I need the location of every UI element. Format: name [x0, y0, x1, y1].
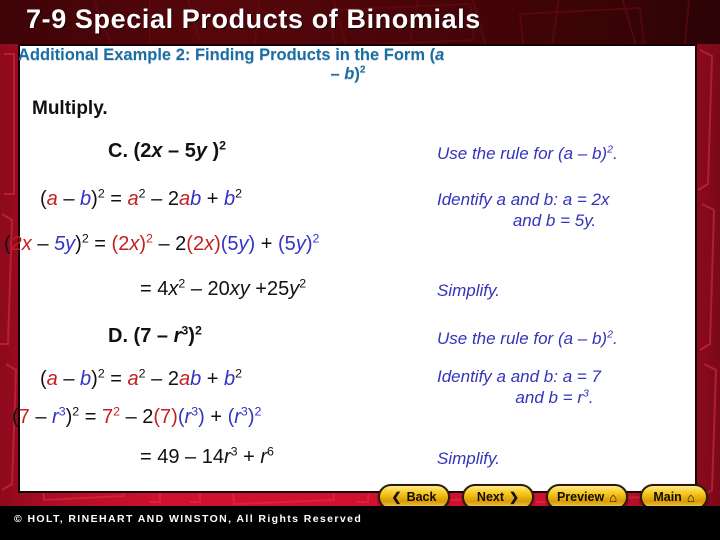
chevron-right-icon: ❯: [509, 490, 520, 504]
next-button-label: Next: [476, 490, 505, 504]
problem-c-result: = 4x2 – 20xy +25y2: [140, 276, 307, 300]
problem-c-note-rule: Use the rule for (a – b)2.: [437, 143, 618, 163]
problem-d-note-identify-1: Identify a and b: a = 7: [437, 367, 601, 386]
problem-d-label: D. (7 – r3)2: [108, 323, 202, 347]
problem-d-note-simplify: Simplify.: [437, 449, 500, 468]
page-title: 7-9 Special Products of Binomials: [26, 4, 481, 34]
example-heading-line2: – b)2: [330, 64, 366, 83]
home-icon: ⌂: [686, 489, 695, 505]
problem-c-label: C. (2x – 5y )2: [108, 138, 227, 162]
copyright-text: © HOLT, RINEHART AND WINSTON, All Rights…: [14, 513, 363, 525]
problem-c-substitution: (2x – 5y)2 = (2x)2 – 2(2x)(5y) + (5y)2: [4, 231, 320, 255]
problem-c-rule: (a – b)2 = a2 – 2ab + b2: [40, 186, 243, 210]
example-heading: Additional Example 2: Finding Products i…: [18, 46, 718, 84]
problem-c-note-identify-2: and b = 5y.: [512, 211, 597, 230]
example-heading-line1: Additional Example 2: Finding Products i…: [18, 46, 445, 64]
instruction-multiply: Multiply.: [32, 98, 108, 119]
problem-d-substitution: (7 – r3)2 = 72 – 2(7)(r3) + (r3)2: [12, 404, 262, 428]
problem-d-note-rule: Use the rule for (a – b)2.: [437, 328, 618, 348]
problem-d-note-identify-2: and b = r3.: [515, 387, 594, 407]
main-button-label: Main: [653, 490, 682, 504]
slide-root: 7-9 Special Products of Binomials Additi…: [0, 0, 720, 540]
home-icon: ⌂: [609, 489, 618, 505]
problem-c-note-identify-1: Identify a and b: a = 2x: [437, 190, 610, 209]
problem-d-rule: (a – b)2 = a2 – 2ab + b2: [40, 366, 243, 390]
problem-d-result: = 49 – 14r3 + r6: [140, 444, 274, 468]
title-band: 7-9 Special Products of Binomials: [0, 0, 720, 90]
chevron-left-icon: ❮: [391, 490, 402, 504]
preview-button-label: Preview: [556, 490, 605, 504]
back-button-label: Back: [406, 490, 437, 504]
problem-c-note-simplify: Simplify.: [437, 281, 500, 300]
